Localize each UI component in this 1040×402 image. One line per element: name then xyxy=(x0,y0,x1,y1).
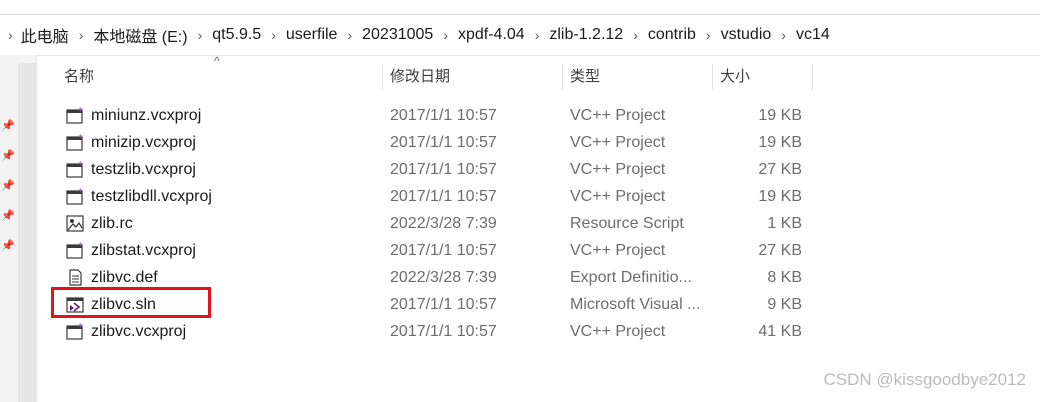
file-name: zlibvc.vcxproj xyxy=(91,323,187,340)
file-type: VC++ Project xyxy=(570,134,666,151)
watermark: CSDN @kissgoodbye2012 xyxy=(823,370,1026,389)
file-row[interactable]: ++ testzlibdll.vcxproj 2017/1/1 10:57 VC… xyxy=(62,183,842,210)
text-file-icon xyxy=(69,269,82,286)
breadcrumb-contrib[interactable]: contrib xyxy=(648,26,696,44)
vcxproj-icon: ++ xyxy=(66,134,84,151)
column-divider[interactable] xyxy=(562,64,563,90)
file-name: testzlibdll.vcxproj xyxy=(91,188,212,205)
svg-text:++: ++ xyxy=(78,161,84,167)
chevron-right-icon[interactable]: › xyxy=(781,27,786,43)
file-type: VC++ Project xyxy=(570,188,666,205)
file-name: testzlib.vcxproj xyxy=(91,161,196,178)
column-name[interactable]: 名称 xyxy=(64,60,94,94)
breadcrumb-xpdf[interactable]: xpdf-4.04 xyxy=(458,26,525,44)
resource-script-icon xyxy=(66,215,84,232)
chevron-right-icon[interactable]: › xyxy=(535,27,540,43)
breadcrumb-vc14[interactable]: vc14 xyxy=(796,26,830,44)
pin-icon[interactable]: 📌 xyxy=(1,149,15,163)
file-date: 2022/3/28 7:39 xyxy=(390,215,497,232)
file-row[interactable]: ++ minizip.vcxproj 2017/1/1 10:57 VC++ P… xyxy=(62,129,842,156)
breadcrumb-vstudio[interactable]: vstudio xyxy=(721,26,772,44)
ribbon-remnant xyxy=(0,0,1040,6)
pin-icon[interactable]: 📌 xyxy=(1,179,15,193)
file-size: 27 KB xyxy=(758,242,802,259)
vcxproj-icon: ++ xyxy=(66,107,84,124)
file-row[interactable]: zlib.rc 2022/3/28 7:39 Resource Script 1… xyxy=(62,210,842,237)
column-divider[interactable] xyxy=(812,64,813,90)
pin-icon[interactable]: 📌 xyxy=(1,209,15,223)
file-type: VC++ Project xyxy=(570,161,666,178)
address-bar[interactable]: › 此电脑 › 本地磁盘 (E:) › qt5.9.5 › userfile ›… xyxy=(0,14,1040,56)
file-type: VC++ Project xyxy=(570,242,666,259)
file-date: 2017/1/1 10:57 xyxy=(390,242,497,259)
file-row[interactable]: ++ miniunz.vcxproj 2017/1/1 10:57 VC++ P… xyxy=(62,102,842,129)
file-size: 1 KB xyxy=(767,215,802,232)
breadcrumb-20231005[interactable]: 20231005 xyxy=(362,26,433,44)
column-divider[interactable] xyxy=(712,64,713,90)
svg-text:++: ++ xyxy=(78,107,84,113)
svg-text:++: ++ xyxy=(78,188,84,194)
file-type: Resource Script xyxy=(570,215,684,232)
file-size: 19 KB xyxy=(758,107,802,124)
pin-icon[interactable]: 📌 xyxy=(1,119,15,133)
column-date[interactable]: 修改日期 xyxy=(390,60,450,94)
chevron-right-icon[interactable]: › xyxy=(79,27,84,43)
file-name: zlib.rc xyxy=(91,215,133,232)
file-name: miniunz.vcxproj xyxy=(91,107,202,124)
column-type[interactable]: 类型 xyxy=(570,60,600,94)
file-type: Export Definitio... xyxy=(570,269,692,286)
file-row[interactable]: ++ zlibstat.vcxproj 2017/1/1 10:57 VC++ … xyxy=(62,237,842,264)
file-size: 9 KB xyxy=(767,296,802,313)
breadcrumb-this-pc[interactable]: 此电脑 xyxy=(21,23,69,47)
vcxproj-icon: ++ xyxy=(66,188,84,205)
chevron-right-icon[interactable]: › xyxy=(347,27,352,43)
vcxproj-icon: ++ xyxy=(66,161,84,178)
file-name: minizip.vcxproj xyxy=(91,134,196,151)
chevron-right-icon[interactable]: › xyxy=(443,27,448,43)
chevron-right-icon[interactable]: › xyxy=(633,27,638,43)
file-date: 2017/1/1 10:57 xyxy=(390,134,497,151)
file-date: 2017/1/1 10:57 xyxy=(390,161,497,178)
chevron-right-icon[interactable]: › xyxy=(271,27,276,43)
file-size: 19 KB xyxy=(758,188,802,205)
pin-icon[interactable]: 📌 xyxy=(1,239,15,253)
file-row[interactable]: ++ zlibvc.vcxproj 2017/1/1 10:57 VC++ Pr… xyxy=(62,318,842,345)
navigation-scrollbar[interactable] xyxy=(18,63,36,402)
svg-text:++: ++ xyxy=(78,323,84,329)
file-type: VC++ Project xyxy=(570,323,666,340)
chevron-right-icon[interactable]: › xyxy=(198,27,203,43)
sort-ascending-icon[interactable]: ^ xyxy=(214,54,220,68)
file-size: 27 KB xyxy=(758,161,802,178)
breadcrumb-userfile[interactable]: userfile xyxy=(286,26,338,44)
chevron-right-icon[interactable]: › xyxy=(706,27,711,43)
file-size: 8 KB xyxy=(767,269,802,286)
vcxproj-icon: ++ xyxy=(66,242,84,259)
file-date: 2022/3/28 7:39 xyxy=(390,269,497,286)
column-header: ^ 名称 修改日期 类型 大小 xyxy=(38,54,838,94)
file-name: zlibstat.vcxproj xyxy=(91,242,196,259)
file-size: 41 KB xyxy=(758,323,802,340)
svg-text:++: ++ xyxy=(78,134,84,140)
file-row[interactable]: ++ testzlib.vcxproj 2017/1/1 10:57 VC++ … xyxy=(62,156,842,183)
file-date: 2017/1/1 10:57 xyxy=(390,107,497,124)
file-date: 2017/1/1 10:57 xyxy=(390,296,497,313)
file-type: VC++ Project xyxy=(570,107,666,124)
breadcrumb-zlib[interactable]: zlib-1.2.12 xyxy=(549,26,623,44)
navigation-pane[interactable]: 📌 📌 📌 📌 📌 xyxy=(0,55,37,402)
column-divider[interactable] xyxy=(382,64,383,90)
vcxproj-icon: ++ xyxy=(66,323,84,340)
breadcrumb-drive-e[interactable]: 本地磁盘 (E:) xyxy=(93,23,187,47)
file-size: 19 KB xyxy=(758,134,802,151)
red-highlight-box xyxy=(51,287,211,318)
file-date: 2017/1/1 10:57 xyxy=(390,188,497,205)
column-size[interactable]: 大小 xyxy=(720,60,750,94)
breadcrumb-qt595[interactable]: qt5.9.5 xyxy=(212,26,261,44)
chevron-right-icon[interactable]: › xyxy=(8,27,13,43)
file-date: 2017/1/1 10:57 xyxy=(390,323,497,340)
svg-text:++: ++ xyxy=(78,242,84,248)
file-type: Microsoft Visual ... xyxy=(570,296,701,313)
